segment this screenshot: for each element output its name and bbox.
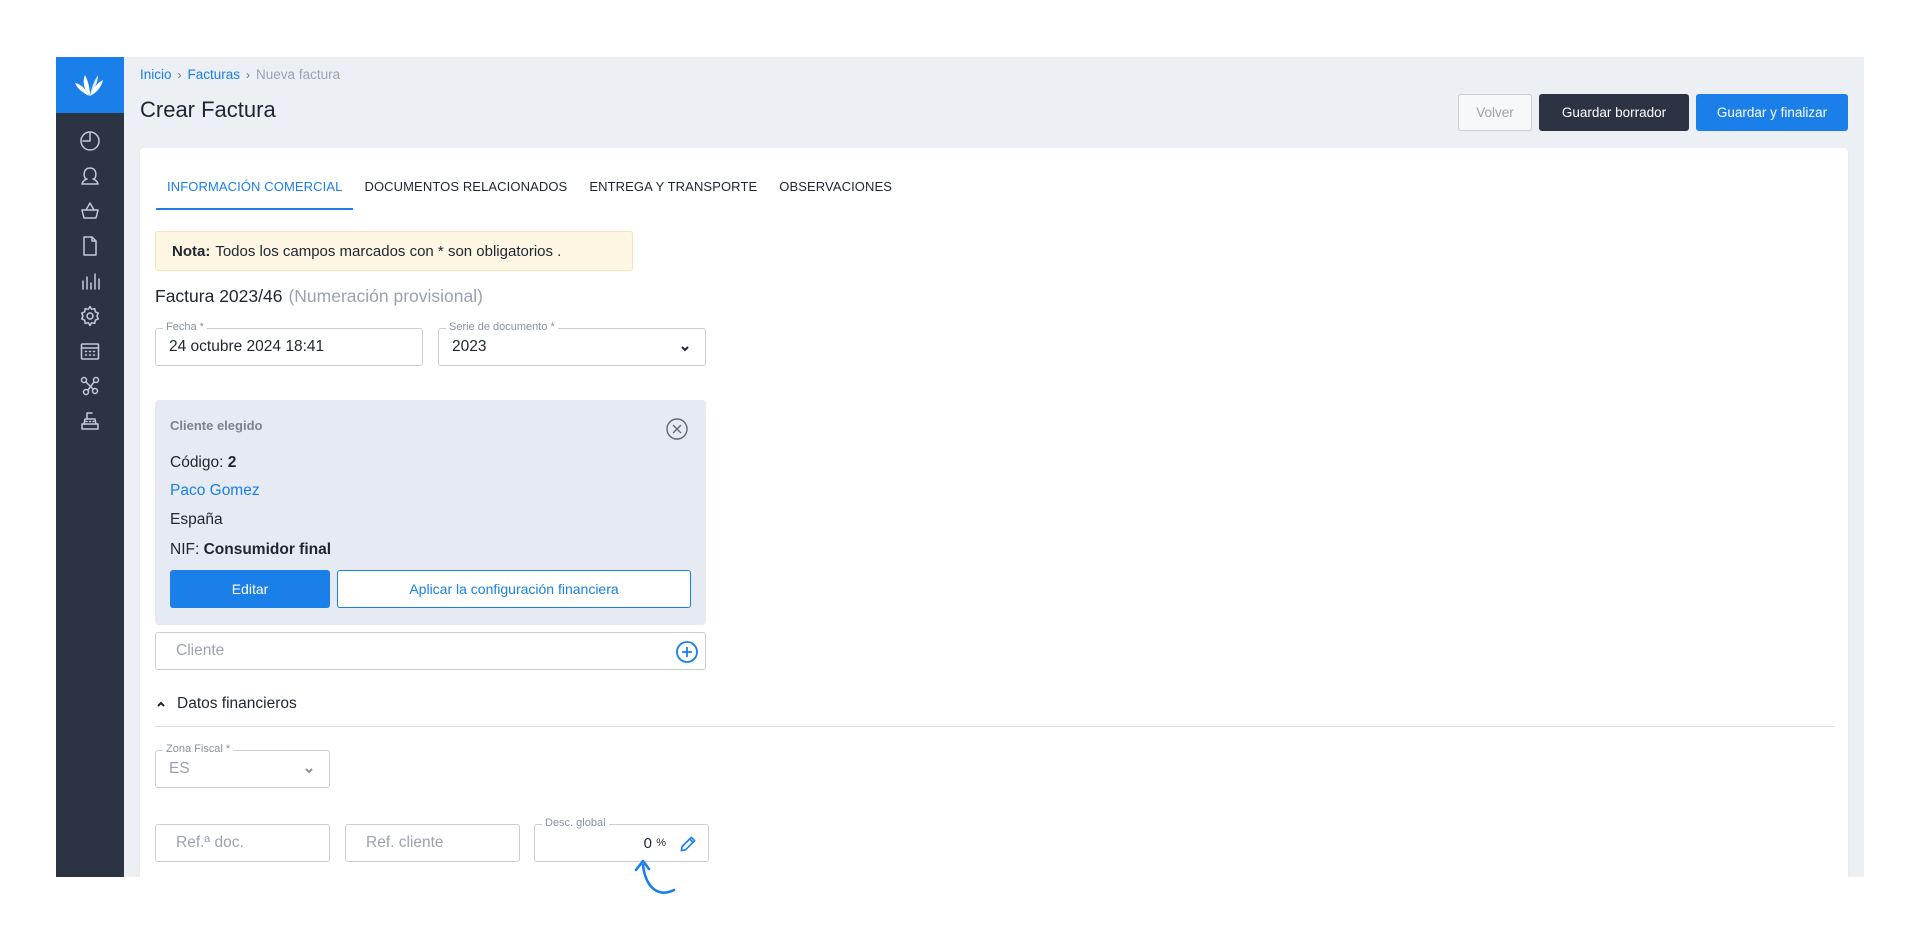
required-fields-note: Nota: Todos los campos marcados con * so… xyxy=(155,231,633,271)
invoice-provisional-label: (Numeración provisional) xyxy=(288,286,483,306)
section-divider xyxy=(155,726,1834,727)
sidebar-item-reports[interactable] xyxy=(56,263,124,299)
chevron-up-icon xyxy=(157,701,165,707)
tab-delivery-transport[interactable]: ENTREGA Y TRANSPORTE xyxy=(578,172,768,210)
client-nif: NIF: Consumidor final xyxy=(170,541,331,559)
sidebar-item-contacts[interactable] xyxy=(56,158,124,194)
client-reference-placeholder: Ref. cliente xyxy=(366,834,444,851)
cash-register-icon xyxy=(81,412,99,430)
document-icon xyxy=(83,236,97,256)
selected-client-panel: Cliente elegido Código: 2 Paco Gomez Esp… xyxy=(155,400,706,625)
fiscal-zone-select[interactable]: Zona Fiscal * ES xyxy=(155,743,330,788)
curved-arrow-icon xyxy=(634,859,676,894)
tab-observations[interactable]: OBSERVACIONES xyxy=(768,172,903,210)
bar-chart-icon xyxy=(82,273,100,290)
page-title: Crear Factura xyxy=(140,97,276,122)
client-nif-label: NIF: xyxy=(170,541,200,558)
gear-icon xyxy=(80,305,100,327)
financial-section-title: Datos financieros xyxy=(177,695,297,712)
invoice-number-value: Factura 2023/46 xyxy=(155,286,283,306)
fiscal-zone-value: ES xyxy=(169,760,190,777)
breadcrumb-invoices-link[interactable]: Facturas xyxy=(188,67,241,82)
date-field-value: 24 octubre 2024 18:41 xyxy=(169,338,325,355)
breadcrumb-separator-icon: › xyxy=(246,67,251,82)
date-field[interactable]: Fecha * 24 octubre 2024 18:41 xyxy=(155,321,423,366)
client-nif-value: Consumidor final xyxy=(203,541,332,558)
sidebar-item-sales[interactable] xyxy=(56,193,124,229)
add-circle-icon[interactable] xyxy=(675,640,699,664)
global-discount-field[interactable]: Desc. global 0 % xyxy=(534,817,709,862)
back-button[interactable]: Volver xyxy=(1458,94,1532,131)
chevron-down-icon xyxy=(679,341,691,353)
client-name-link[interactable]: Paco Gomez xyxy=(170,482,260,500)
integrations-icon xyxy=(80,376,100,396)
apply-financial-config-button[interactable]: Aplicar la configuración financiera xyxy=(337,570,691,608)
breadcrumb-home-link[interactable]: Inicio xyxy=(140,67,172,82)
dashboard-icon xyxy=(80,131,100,151)
sidebar xyxy=(56,57,124,877)
edit-client-button[interactable]: Editar xyxy=(170,570,330,608)
sidebar-item-calendar[interactable] xyxy=(56,333,124,369)
invoice-number: Factura 2023/46 (Numeración provisional) xyxy=(155,286,483,307)
tab-commercial-info[interactable]: INFORMACIÓN COMERCIAL xyxy=(156,172,354,210)
breadcrumb-current: Nueva factura xyxy=(256,67,341,82)
sidebar-item-integrations[interactable] xyxy=(56,368,124,404)
tab-bar: INFORMACIÓN COMERCIAL DOCUMENTOS RELACIO… xyxy=(156,172,903,210)
save-finalize-button[interactable]: Guardar y finalizar xyxy=(1696,94,1848,131)
user-icon xyxy=(81,167,99,185)
document-series-value: 2023 xyxy=(452,338,487,355)
selected-client-title: Cliente elegido xyxy=(170,418,263,433)
client-code-value: 2 xyxy=(227,454,237,471)
sidebar-item-settings[interactable] xyxy=(56,298,124,334)
invoice-form-card: INFORMACIÓN COMERCIAL DOCUMENTOS RELACIO… xyxy=(140,148,1848,877)
client-search-placeholder: Cliente xyxy=(176,642,225,659)
close-circle-icon[interactable] xyxy=(665,417,689,441)
client-country: España xyxy=(170,511,223,528)
logo-icon xyxy=(75,75,103,96)
sidebar-item-pos[interactable] xyxy=(56,403,124,439)
sidebar-item-documents[interactable] xyxy=(56,228,124,264)
save-draft-button[interactable]: Guardar borrador xyxy=(1539,94,1689,131)
chevron-down-icon xyxy=(303,763,315,775)
financial-section-toggle[interactable]: Datos financieros xyxy=(155,695,297,713)
client-code: Código: 2 xyxy=(170,454,236,472)
client-reference-input[interactable]: Ref. cliente xyxy=(345,824,520,862)
doc-reference-input[interactable]: Ref.ª doc. xyxy=(155,824,330,862)
document-series-select[interactable]: Serie de documento * 2023 xyxy=(438,321,706,366)
basket-icon xyxy=(81,202,99,219)
app-window: Inicio › Facturas › Nueva factura Crear … xyxy=(56,57,1864,877)
client-code-label: Código: xyxy=(170,454,224,471)
app-logo[interactable] xyxy=(56,57,124,113)
doc-reference-placeholder: Ref.ª doc. xyxy=(176,834,244,851)
sidebar-item-dashboard[interactable] xyxy=(56,123,124,159)
breadcrumb-separator-icon: › xyxy=(177,67,182,82)
breadcrumb: Inicio › Facturas › Nueva factura xyxy=(140,67,340,82)
calendar-icon xyxy=(80,343,100,360)
global-discount-label: Desc. global xyxy=(542,817,609,829)
client-search-input[interactable]: Cliente xyxy=(155,632,706,670)
note-label: Nota: xyxy=(172,242,211,260)
tab-related-documents[interactable]: DOCUMENTOS RELACIONADOS xyxy=(353,172,578,210)
pencil-icon[interactable] xyxy=(678,834,698,854)
note-text: Todos los campos marcados con * son obli… xyxy=(215,242,562,260)
